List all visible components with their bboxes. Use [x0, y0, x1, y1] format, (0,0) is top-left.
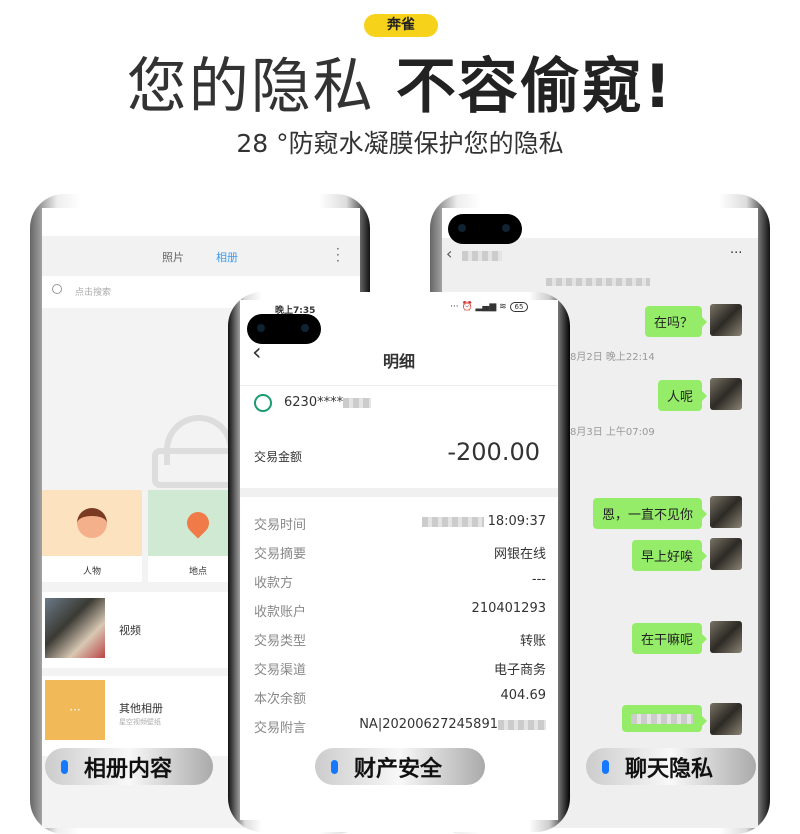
search-placeholder: 点击搜索 [75, 288, 112, 298]
detail-row: 收款方 --- [254, 572, 546, 591]
avatar [710, 378, 742, 410]
more-icon[interactable]: ··· [730, 246, 742, 261]
avatar [710, 703, 742, 735]
tab-albums[interactable]: 相册 [216, 249, 238, 265]
detail-label: 本次余额 [254, 692, 307, 707]
amount-label: 交易金额 [254, 450, 303, 464]
album-thumbnail [45, 598, 105, 658]
avatar [710, 538, 742, 570]
dot-icon [61, 759, 68, 774]
status-icons: ··· ⏰ ▂▄▆ ≋ 65 [450, 302, 529, 312]
face-icon [77, 508, 107, 538]
page-title: 明细 [382, 352, 415, 371]
chat-bubble: 在吗？ [644, 306, 708, 337]
chat-bubble: 早上好唉 [631, 540, 708, 571]
battery-level: 65 [509, 302, 529, 312]
timestamp: 8月2日 晚上22:14 [570, 352, 655, 363]
detail-row: 收款账户 210401293 [254, 601, 546, 620]
headline-part2: 不容偷窥! [395, 52, 674, 122]
card-number: 6230**** [284, 395, 372, 410]
avatar [710, 621, 742, 653]
detail-row: 本次余额 404.69 [254, 688, 546, 707]
chat-bubble-hidden [622, 705, 707, 732]
subtitle: 28 °防窥水凝膜保护您的隐私 [236, 129, 564, 158]
detail-label: 收款方 [254, 576, 294, 591]
camera-cutout [448, 214, 522, 244]
tile-label: 人物 [82, 567, 101, 577]
dot-icon [331, 759, 338, 774]
detail-row: 交易类型 转账 [254, 630, 546, 649]
chat-bubble: 在干嘛呢 [631, 623, 708, 654]
caption-text: 相册内容 [84, 756, 173, 782]
detail-row: 交易附言 NA|20200627245891 [254, 717, 546, 736]
amount-value: -200.00 [447, 438, 540, 466]
detail-label: 收款账户 [254, 605, 307, 620]
avatar [710, 496, 742, 528]
caption-chat: 聊天隐私 [586, 748, 756, 785]
album-subtitle: 星空视频壁纸 [119, 718, 161, 726]
detail-value: 18:09:37 [421, 514, 546, 533]
detail-label: 交易附言 [254, 721, 307, 736]
caption-text: 聊天隐私 [625, 756, 714, 782]
avatar [710, 304, 742, 336]
detail-row: 交易时间 18:09:37 [254, 514, 546, 533]
timestamp: 8月3日 上午07:09 [570, 427, 655, 438]
bank-logo-icon [254, 394, 272, 412]
caption-gallery: 相册内容 [45, 748, 213, 785]
album-title: 视频 [119, 624, 141, 637]
headline-part1: 您的隐私 [126, 52, 375, 122]
caption-text: 财产安全 [354, 756, 443, 782]
detail-value: 转账 [519, 634, 546, 649]
dot-icon [602, 759, 609, 774]
headline: 您的隐私 不容偷窥! [0, 38, 800, 125]
chat-bubble: 人呢 [657, 380, 708, 411]
detail-value: 电子商务 [493, 663, 546, 678]
detail-value: NA|20200627245891 [359, 717, 546, 736]
detail-value: 404.69 [500, 688, 547, 703]
detail-row: 交易摘要 网银在线 [254, 543, 546, 562]
chat-bubble: 恩，一直不见你 [592, 498, 708, 529]
location-pin-icon [182, 507, 214, 539]
caption-bank: 财产安全 [315, 748, 485, 785]
detail-label: 交易渠道 [254, 663, 307, 678]
back-icon[interactable]: ‹ [446, 244, 452, 263]
brand-badge: 奔雀 [364, 14, 438, 37]
detail-value: --- [531, 572, 546, 587]
detail-value: 210401293 [471, 601, 546, 616]
more-album-icon: ··· [45, 680, 105, 740]
timestamp-hidden [546, 278, 650, 286]
detail-row: 交易渠道 电子商务 [254, 659, 546, 678]
tab-photos[interactable]: 照片 [162, 249, 184, 265]
more-icon[interactable]: ··· [336, 243, 340, 267]
tile-people[interactable]: 人物 [42, 490, 142, 582]
detail-label: 交易摘要 [254, 547, 307, 562]
detail-label: 交易类型 [254, 634, 307, 649]
contact-name [462, 251, 502, 261]
detail-value: 网银在线 [493, 547, 546, 562]
album-title: 其他相册 [119, 702, 163, 715]
detail-label: 交易时间 [254, 518, 307, 533]
search-icon [52, 284, 62, 294]
